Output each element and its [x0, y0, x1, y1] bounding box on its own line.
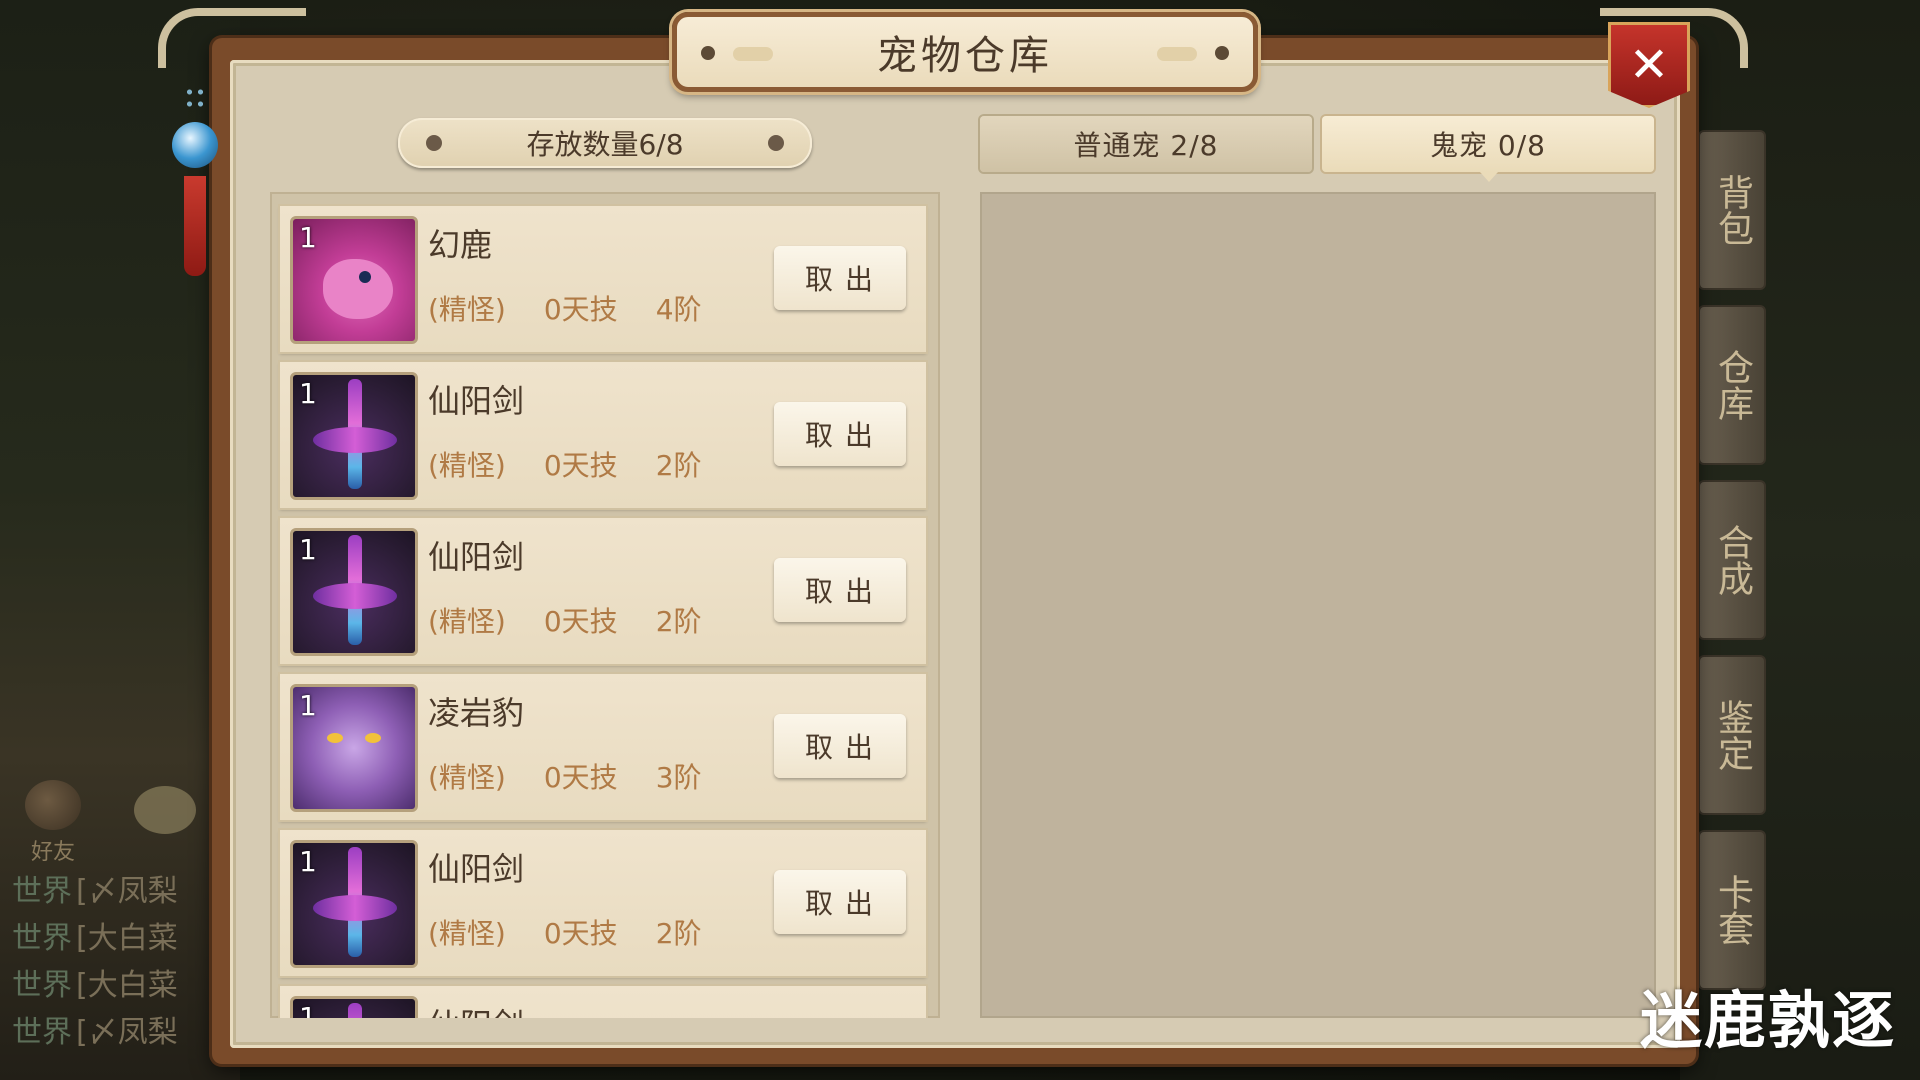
close-icon: ✕: [1628, 37, 1670, 93]
pet-level: 1: [299, 1001, 317, 1018]
take-out-button[interactable]: 取出: [774, 246, 906, 310]
close-button[interactable]: ✕: [1608, 22, 1690, 108]
pet-name: 幻鹿: [428, 226, 493, 264]
chat-log: 世界 [〆凤梨 世界 [大白菜 世界 [大白菜 世界 [〆凤梨: [12, 866, 212, 1054]
take-out-button[interactable]: 取出: [774, 870, 906, 934]
list-item: 1 凌岩豹 (精怪) 0天技 3阶 取出: [280, 674, 926, 820]
leopard-portrait-icon: 1: [290, 684, 418, 812]
list-item: 1 仙阳剑 (精怪) 0天技 2阶 取出: [280, 362, 926, 508]
pet-stage: 3阶: [655, 761, 702, 794]
chat-line: 世界 [〆凤梨: [12, 1015, 178, 1050]
jade-pendant-icon: [170, 80, 220, 280]
list-item: 1 仙阳剑 (精怪) 0天技 2阶 取出: [280, 518, 926, 664]
pet-attributes: (精怪) 0天技 2阶: [428, 600, 740, 640]
friend-button[interactable]: 好友: [18, 780, 88, 866]
list-item: 1 仙阳剑 (精怪) 0天技 2阶 取出: [280, 830, 926, 976]
tab-normal-pets[interactable]: 普通宠 2/8: [980, 116, 1312, 172]
pet-attributes: (精怪) 0天技 2阶: [428, 444, 740, 484]
pet-level: 1: [299, 533, 317, 566]
pet-skills: 0天技: [543, 605, 618, 638]
deer-portrait-icon: 1: [290, 216, 418, 344]
pet-type: (精怪): [428, 917, 506, 950]
pet-name: 仙阳剑: [428, 382, 525, 420]
take-out-button[interactable]: 取出: [774, 714, 906, 778]
pet-type: (精怪): [428, 605, 506, 638]
pet-skills: 0天技: [543, 917, 618, 950]
storage-count-label: 存放数量6/8: [526, 128, 684, 161]
side-tab-identify[interactable]: 鉴定: [1698, 655, 1766, 815]
sword-portrait-icon: 1: [290, 528, 418, 656]
take-out-button[interactable]: 取出: [774, 402, 906, 466]
sword-portrait-icon: 1: [290, 840, 418, 968]
watermark: 迷鹿孰逐: [1640, 984, 1897, 1057]
pet-skills: 0天技: [543, 761, 618, 794]
side-tab-label: 卡套: [1712, 874, 1753, 946]
sword-portrait-icon: 1: [290, 996, 418, 1018]
pet-name: 凌岩豹: [428, 694, 525, 732]
pet-attributes: (精怪) 0天技 3阶: [428, 756, 740, 796]
list-item: 1 幻鹿 (精怪) 0天技 4阶 取出: [280, 206, 926, 352]
pet-name: 仙阳剑: [428, 850, 525, 888]
side-tab-label: 合成: [1712, 524, 1753, 596]
sword-portrait-icon: 1: [290, 372, 418, 500]
frame-ornament-left: [158, 8, 306, 68]
dialog-title-plate: 宠物仓库: [672, 12, 1258, 92]
pet-stage: 2阶: [655, 917, 702, 950]
handshake-icon: [25, 780, 81, 830]
ghost-pet-slots: [980, 192, 1656, 1018]
pet-name: 仙阳剑: [428, 1000, 524, 1018]
pet-type: (精怪): [428, 761, 506, 794]
pet-skills: 0天技: [543, 449, 618, 482]
side-tab-warehouse[interactable]: 仓库: [1698, 305, 1766, 465]
side-tab-synthesis[interactable]: 合成: [1698, 480, 1766, 640]
pet-level: 1: [299, 221, 317, 254]
pet-stage: 2阶: [655, 449, 702, 482]
pet-level: 1: [299, 845, 317, 878]
side-tab-label: 背包: [1712, 174, 1753, 246]
pet-level: 1: [299, 689, 317, 722]
pet-stage: 4阶: [655, 293, 702, 326]
side-tab-card-cover[interactable]: 卡套: [1698, 830, 1766, 990]
pet-type: (精怪): [428, 449, 506, 482]
take-out-button[interactable]: 取出: [774, 558, 906, 622]
pet-type: (精怪): [428, 293, 506, 326]
pet-attributes: (精怪) 0天技 2阶: [428, 912, 740, 952]
pet-stage: 2阶: [655, 605, 702, 638]
storage-count: 存放数量6/8: [398, 118, 812, 168]
pet-name: 仙阳剑: [428, 538, 525, 576]
pet-level: 1: [299, 377, 317, 410]
side-tab-label: 鉴定: [1712, 699, 1753, 771]
side-tab-label: 仓库: [1712, 349, 1753, 421]
friend-label: 好友: [30, 840, 75, 865]
chat-bubble-icon[interactable]: [134, 786, 196, 834]
chat-line: 世界 [大白菜: [12, 921, 178, 956]
list-item: 1 仙阳剑: [280, 986, 926, 1018]
pet-attributes: (精怪) 0天技 4阶: [428, 288, 740, 328]
side-tab-bag[interactable]: 背包: [1698, 130, 1766, 290]
pet-list[interactable]: 1 幻鹿 (精怪) 0天技 4阶 取出 1 仙阳剑 (精怪) 0天技 2阶 取出 1 仙…: [270, 192, 940, 1018]
chat-line: 世界 [〆凤梨: [12, 874, 178, 909]
chat-line: 世界 [大白菜: [12, 968, 178, 1003]
tab-ghost-pets[interactable]: 鬼宠 0/8: [1322, 116, 1654, 182]
pet-skills: 0天技: [543, 293, 618, 326]
dialog-title: 宠物仓库: [877, 33, 1053, 79]
